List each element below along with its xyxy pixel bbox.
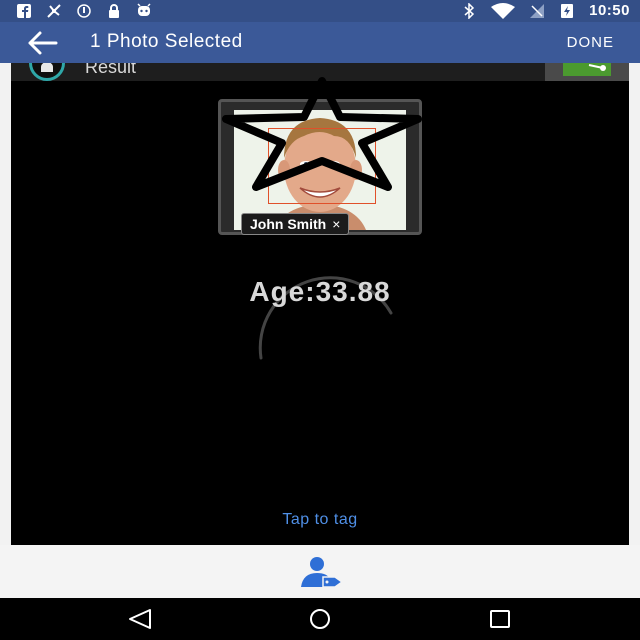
status-left-icons <box>16 3 152 19</box>
result-avatar <box>29 63 65 81</box>
bottom-action-bar <box>0 545 640 598</box>
facebook-icon <box>17 4 31 18</box>
status-right-icons: 10:50 <box>461 2 630 19</box>
battery-icon <box>561 3 574 18</box>
back-triangle-icon[interactable] <box>126 608 154 630</box>
share-icon <box>563 63 611 76</box>
share-button[interactable] <box>545 63 629 81</box>
fan-icon <box>47 4 61 18</box>
age-estimate: Age:33.88 <box>249 276 391 307</box>
recents-square-icon[interactable] <box>486 608 514 630</box>
close-icon[interactable]: × <box>332 216 340 232</box>
home-circle-icon[interactable] <box>306 608 334 630</box>
status-bar: 10:50 <box>0 0 640 22</box>
android-icon <box>137 3 151 16</box>
result-panel: Result John Smith × Age:33.88 Tap to tag <box>11 63 629 545</box>
done-button[interactable]: DONE <box>567 34 614 51</box>
tap-to-tag-link[interactable]: Tap to tag <box>11 511 629 529</box>
navigation-bar <box>0 598 640 640</box>
page-title: 1 Photo Selected <box>90 31 243 52</box>
wifi-icon <box>491 2 516 19</box>
bluetooth-icon <box>464 2 475 19</box>
lock-icon <box>109 4 119 18</box>
app-toolbar: 1 Photo Selected DONE <box>0 22 640 63</box>
result-label: Result <box>85 63 137 77</box>
name-tag-label: John Smith <box>250 216 327 232</box>
tag-person-icon[interactable] <box>297 555 343 589</box>
sync-icon <box>77 4 91 18</box>
name-tag[interactable]: John Smith × <box>241 213 350 235</box>
arrow-left-icon[interactable] <box>24 28 60 58</box>
star-icon <box>222 77 422 191</box>
status-time: 10:50 <box>589 2 630 19</box>
signal-icon <box>530 3 545 18</box>
